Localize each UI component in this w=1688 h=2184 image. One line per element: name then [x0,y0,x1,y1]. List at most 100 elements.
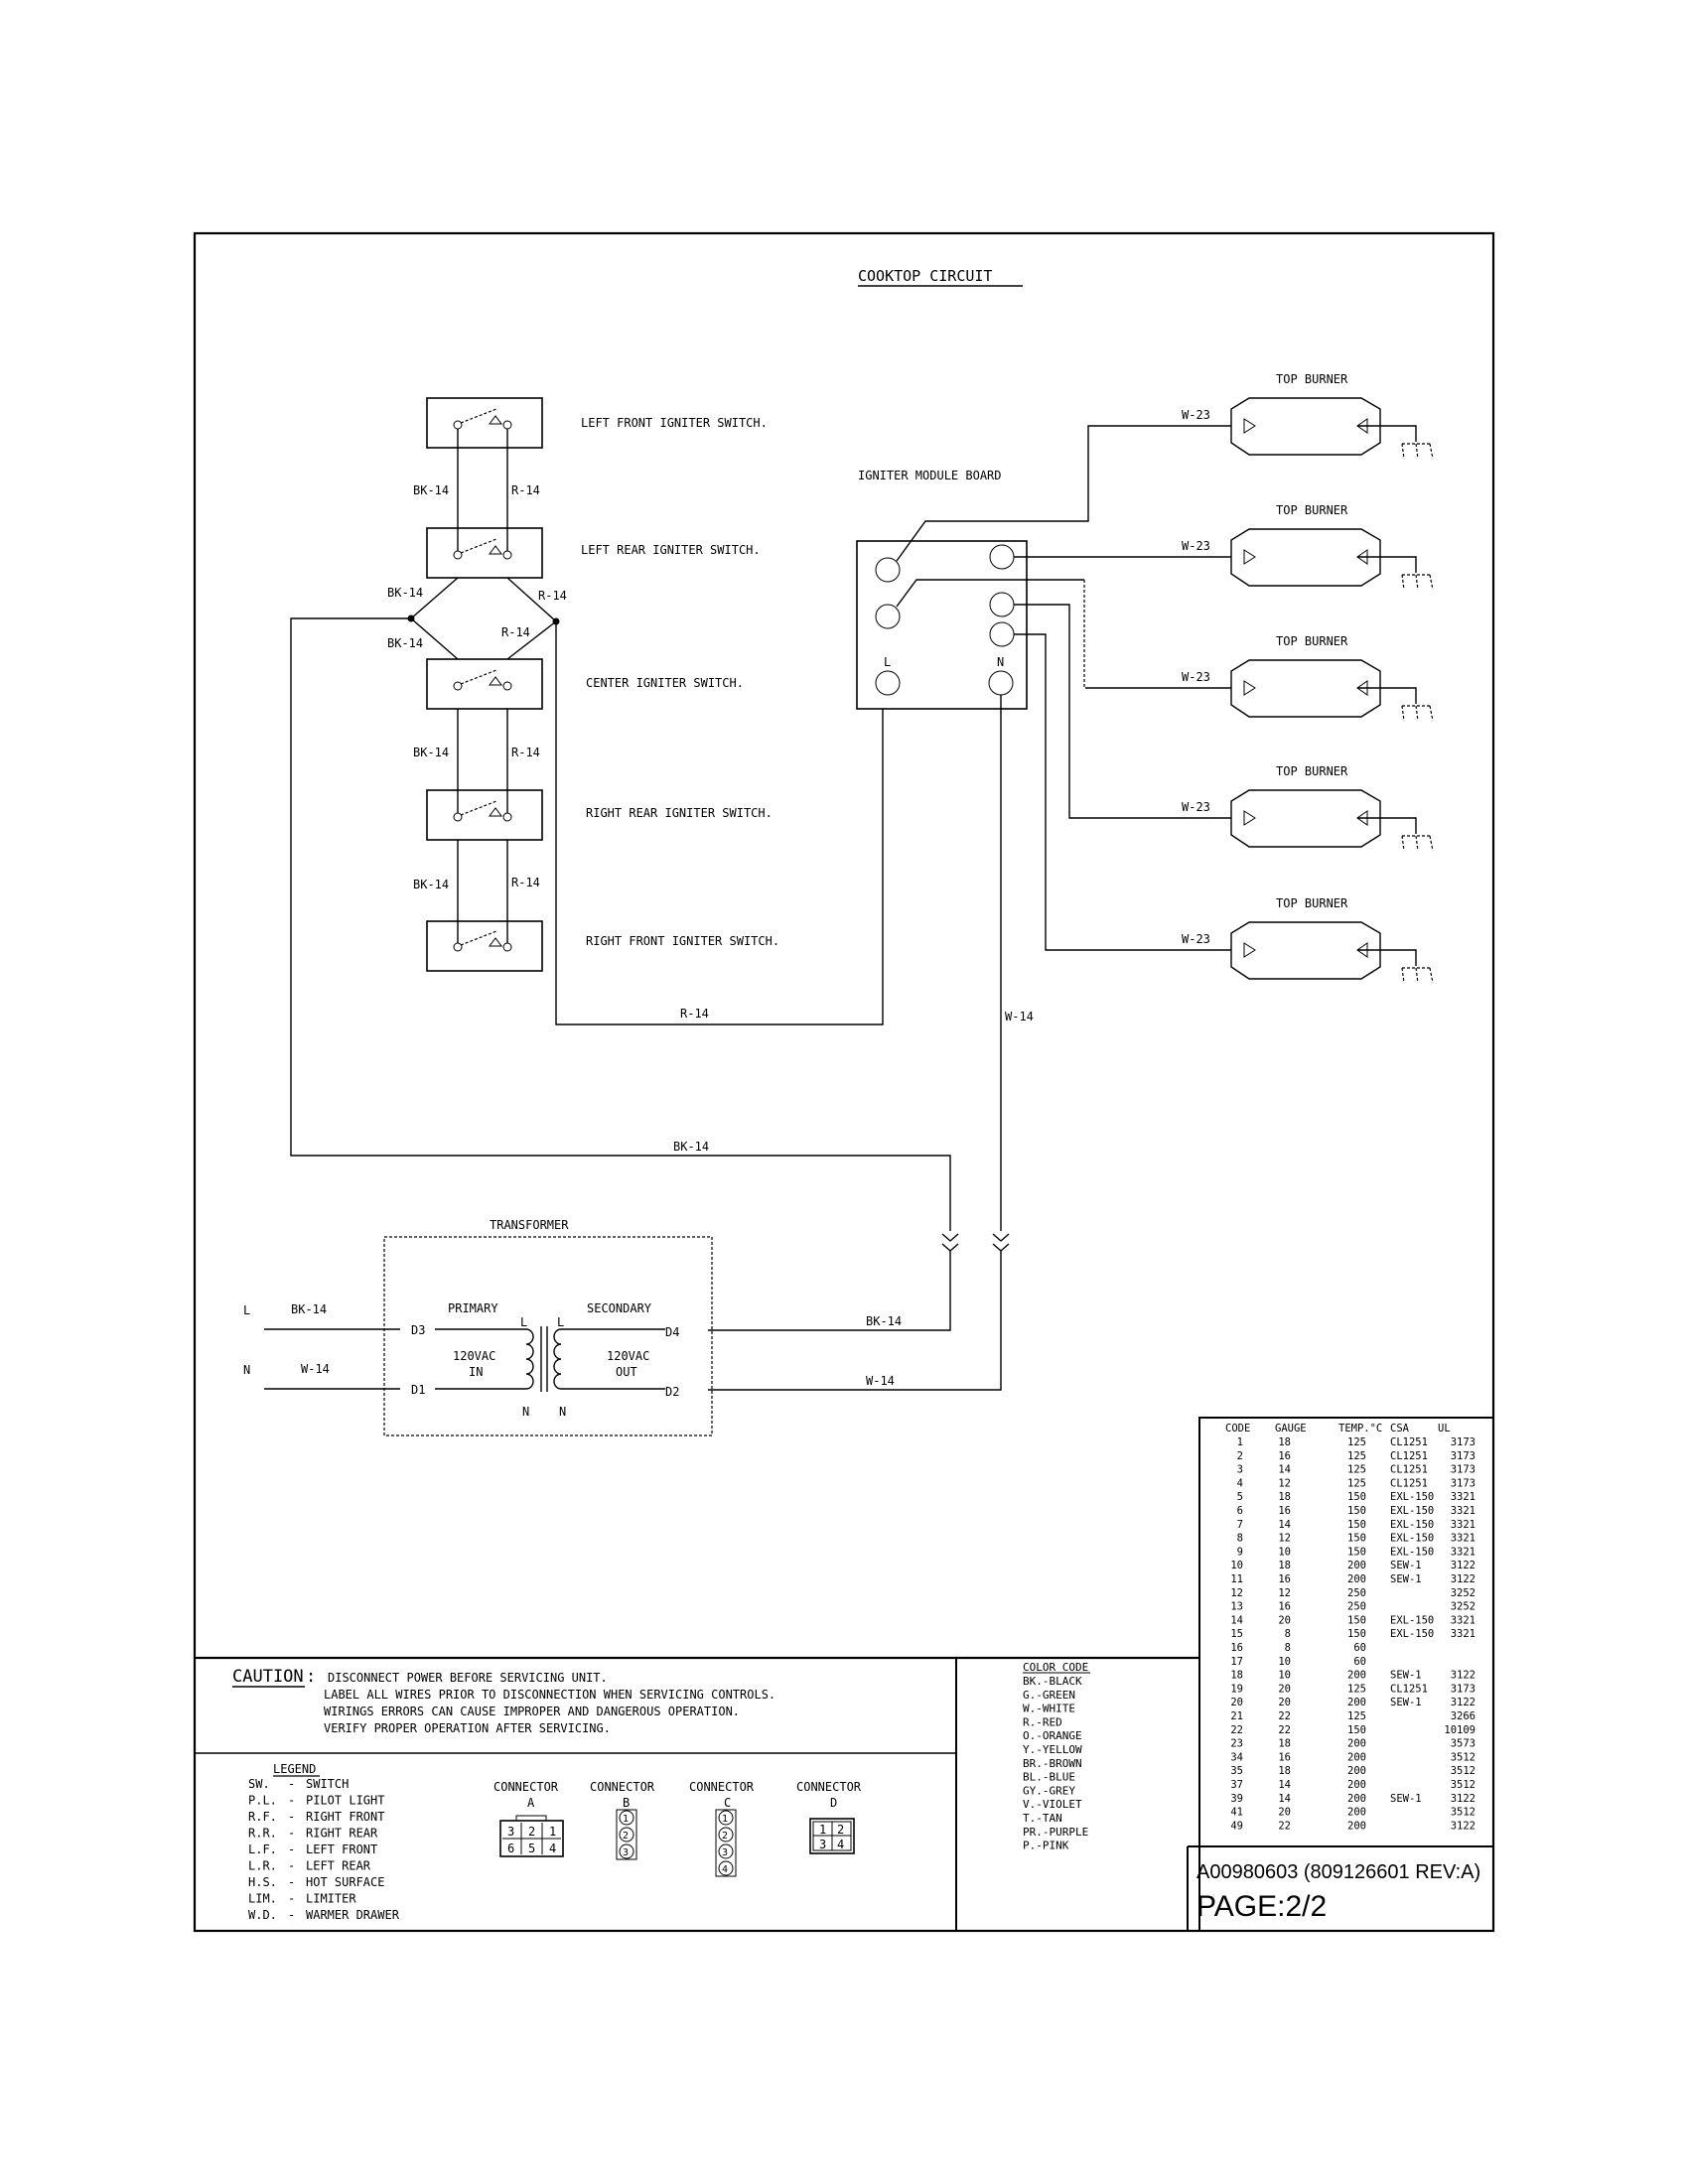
legend-text: PILOT LIGHT [306,1794,384,1808]
table-cell: 150 [1347,1614,1366,1626]
connector-pin: 3 [819,1838,826,1851]
legend-heading: LEGEND [273,1762,316,1776]
connector-pin: 3 [623,1847,629,1858]
electrode-icon [1243,418,1256,434]
table-row: 22 22 150 10109 [1230,1724,1476,1736]
table-cell: 20 [1278,1807,1291,1819]
primary-n: N [522,1405,529,1419]
caution-line: WIRINGS ERRORS CAN CAUSE IMPROPER AND DA… [324,1705,740,1718]
terminal-l-label: L [884,655,891,669]
table-cell: 200 [1347,1779,1366,1791]
wire-table-frame [1198,1417,1494,1932]
table-cell: 150 [1347,1724,1366,1736]
table-cell: 3512 [1451,1779,1476,1791]
table-row: 10 18 200 SEW-1 3122 [1230,1560,1476,1571]
table-cell: 3173 [1451,1683,1476,1695]
connector-pin: 6 [507,1842,514,1855]
table-cell: SEW-1 [1390,1697,1422,1708]
table-cell: 3252 [1451,1587,1476,1599]
table-cell: 41 [1230,1807,1243,1819]
color-code-item: O.-ORANGE [1023,1729,1082,1742]
connector-pin: 1 [722,1814,728,1825]
table-cell: 14 [1278,1519,1291,1531]
table-cell: 11 [1230,1573,1243,1585]
color-code-item: Y.-YELLOW [1023,1743,1082,1756]
table-cell: 3122 [1451,1793,1476,1805]
primary-voltage: 120VAC [453,1349,495,1363]
switch-contact-icon [502,681,512,691]
electrode-icon [1243,810,1256,826]
caution-heading: CAUTION [232,1667,304,1687]
caution-line: LABEL ALL WIRES PRIOR TO DISCONNECTION W… [324,1688,775,1702]
table-cell: 150 [1347,1546,1366,1558]
ground-wire [1357,949,1417,966]
table-cell: 22 [1230,1724,1243,1736]
wire-bk14-to-connector [290,617,951,1231]
connector-id: C [724,1796,731,1810]
table-cell: EXL-150 [1390,1491,1434,1503]
table-row: 14 20 150 EXL-150 3321 [1230,1614,1476,1626]
switch-right-rear [426,789,543,841]
table-row: 11 16 200 SEW-1 3122 [1230,1573,1476,1585]
line-l-label: L [243,1303,250,1317]
legend-abbr: R.F. [248,1810,277,1824]
switch-box [426,527,543,579]
table-cell: 150 [1347,1505,1366,1517]
table-cell: 12 [1278,1533,1291,1545]
table-cell: 3321 [1451,1628,1476,1640]
table-cell: 200 [1347,1751,1366,1763]
table-cell: CL1251 [1390,1436,1428,1448]
legend-dash: - [288,1794,295,1808]
burner-wire-label: W-23 [1182,408,1210,422]
ground-icon [1401,967,1434,984]
table-cell: 200 [1347,1820,1366,1832]
legend-dash: - [288,1908,295,1922]
table-row: 7 14 150 EXL-150 3321 [1237,1519,1476,1531]
table-cell: 12 [1278,1587,1291,1599]
secondary-voltage: 120VAC [607,1349,649,1363]
legend-text: SWITCH [306,1777,349,1791]
burners: TOP BURNER W-23 TOP BURNER W-23 TOP BURN… [1182,372,1434,984]
burner-label: TOP BURNER [1276,764,1348,778]
wire-label: R-14 [680,1007,709,1021]
table-cell: 14 [1278,1779,1291,1791]
table-cell: 3512 [1451,1765,1476,1777]
switch-label: RIGHT FRONT IGNITER SWITCH. [586,934,779,948]
top-burner: TOP BURNER W-23 [1182,764,1434,852]
table-cell: 3512 [1451,1751,1476,1763]
legend-dash: - [288,1827,295,1841]
table-cell: EXL-150 [1390,1505,1434,1517]
table-row: 18 10 200 SEW-1 3122 [1230,1670,1476,1682]
table-cell: 14 [1278,1793,1291,1805]
table-row: 34 16 200 3512 [1230,1751,1476,1763]
ground-wire [1357,425,1417,442]
table-cell: 3321 [1451,1614,1476,1626]
table-cell: 200 [1347,1697,1366,1708]
top-burner: TOP BURNER W-23 [1182,503,1434,591]
color-code-item: G.-GREEN [1023,1689,1075,1702]
table-cell: 15 [1230,1628,1243,1640]
wire-label: BK-14 [673,1140,709,1154]
igniter-module-board: IGNITER MODULE BOARD L N [856,469,1028,710]
connector-pin: 1 [819,1823,826,1837]
connector-label: CONNECTOR [493,1780,559,1794]
table-cell: 3122 [1451,1560,1476,1571]
terminal-d4: D4 [665,1325,679,1339]
secondary-out: OUT [616,1365,637,1379]
primary-in: IN [469,1365,483,1379]
wire-label: BK-14 [413,878,449,891]
connector-pin: 3 [722,1847,728,1858]
burner-label: TOP BURNER [1276,634,1348,648]
table-cell: 6 [1237,1505,1243,1517]
legend-text: LEFT REAR [306,1859,371,1873]
burner-label: TOP BURNER [1276,503,1348,517]
legend-dash: - [288,1859,295,1873]
terminal-d1: D1 [411,1383,425,1397]
line-n-label: N [243,1363,250,1377]
table-cell: 3122 [1451,1670,1476,1682]
table-cell: 60 [1353,1642,1366,1654]
table-header-cell: TEMP.°C [1338,1423,1382,1434]
legend-abbr: L.R. [248,1859,277,1873]
caution-line: VERIFY PROPER OPERATION AFTER SERVICING. [324,1721,611,1735]
table-cell: 16 [1230,1642,1243,1654]
